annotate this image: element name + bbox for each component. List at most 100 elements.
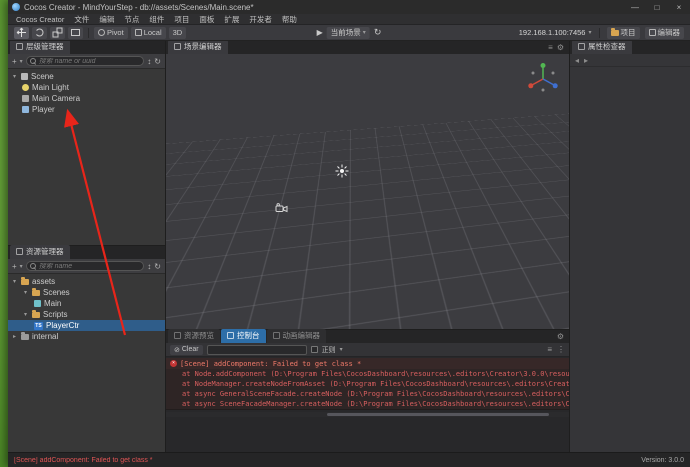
status-error-message[interactable]: [Scene] addComponent: Failed to get clas…	[14, 457, 153, 464]
menu-edit[interactable]: 编辑	[94, 14, 119, 25]
assets-icon	[16, 248, 23, 255]
hierarchy-toolbar: + ▾ ↕ ↻	[8, 54, 165, 69]
asset-preview-icon	[174, 332, 181, 339]
rect-tool-button[interactable]	[68, 26, 83, 39]
menu-help[interactable]: 帮助	[277, 14, 302, 25]
log-stack-line: at NodeManager.createNodeFromAsset (D:\P…	[182, 380, 569, 388]
twisty-open-icon[interactable]: ▾	[22, 311, 29, 318]
axis-gizmo[interactable]	[525, 60, 561, 96]
menu-file[interactable]: 文件	[69, 14, 94, 25]
chevron-down-icon: ▾	[588, 30, 592, 36]
menu-component[interactable]: 组件	[144, 14, 169, 25]
tab-scene-editor[interactable]: 场景编辑器	[168, 40, 228, 54]
preview-target-select[interactable]: 当前场景 ▾	[326, 26, 370, 39]
menu-developer[interactable]: 开发者	[244, 14, 277, 25]
folder-icon	[32, 287, 40, 296]
chevron-down-icon[interactable]: ▾	[20, 58, 23, 65]
asset-folder-assets[interactable]: ▾ assets	[8, 276, 165, 287]
tab-console[interactable]: 控制台	[221, 329, 266, 343]
maximize-button[interactable]: □	[646, 0, 668, 14]
local-toggle-button[interactable]: Local	[130, 26, 166, 39]
menu-node[interactable]: 节点	[119, 14, 144, 25]
console-tabbar: 资源预览 控制台 动画编辑器 ⚙	[166, 329, 569, 343]
error-log-entry[interactable]: × [Scene] addComponent: Failed to get cl…	[166, 358, 569, 410]
refresh-icon[interactable]: ↻	[154, 57, 161, 66]
hierarchy-node-main-light[interactable]: Main Light	[8, 82, 165, 93]
hierarchy-search[interactable]	[25, 56, 145, 66]
hierarchy-title: 层级管理器	[26, 42, 64, 51]
nav-back-icon[interactable]: ◂	[575, 56, 579, 65]
preview-target-label: 当前场景	[330, 28, 361, 37]
main-toolbar: Pivot Local 3D ▶ 当前场景 ▾ ↻ 192.168.1.100:…	[8, 25, 690, 41]
chevron-down-icon[interactable]: ▾	[20, 263, 23, 270]
console-horizontal-scrollbar[interactable]	[166, 412, 569, 417]
hierarchy-icon	[16, 43, 23, 50]
close-button[interactable]: ×	[668, 0, 690, 14]
gear-icon[interactable]: ⚙	[557, 43, 564, 52]
camera-gizmo[interactable]	[275, 202, 288, 213]
clear-console-button[interactable]: ⊘ Clear	[170, 344, 203, 355]
refresh-icon[interactable]: ↻	[154, 262, 161, 271]
hierarchy-node-scene[interactable]: ▾ Scene	[8, 71, 165, 82]
twisty-open-icon[interactable]: ▾	[11, 278, 18, 285]
more-options-icon[interactable]: ⋮	[557, 345, 565, 354]
refresh-icon[interactable]: ↻	[374, 27, 382, 38]
move-tool-button[interactable]	[14, 26, 29, 39]
title-bar[interactable]: Cocos Creator - MindYourStep - db://asse…	[8, 0, 690, 14]
hierarchy-search-input[interactable]	[38, 57, 141, 65]
menu-app[interactable]: Cocos Creator	[11, 15, 69, 24]
tab-assets[interactable]: 资源管理器	[10, 245, 70, 259]
twisty-open-icon[interactable]: ▾	[22, 289, 29, 296]
open-editor-button[interactable]: 编辑器	[644, 26, 684, 39]
mode-3d-button[interactable]: 3D	[168, 26, 187, 39]
asset-scene-main[interactable]: Main	[8, 298, 165, 309]
log-level-dropdown-icon[interactable]: ▾	[340, 346, 343, 353]
twisty-open-icon[interactable]: ▾	[11, 73, 18, 80]
play-icon[interactable]: ▶	[317, 28, 323, 37]
regex-label: 正则	[321, 346, 336, 354]
add-node-button[interactable]: +	[12, 57, 17, 66]
asset-folder-internal[interactable]: ▸ internal	[8, 331, 165, 342]
preview-url-dropdown[interactable]: 192.168.1.100:7456 ▾	[519, 28, 592, 37]
scale-tool-button[interactable]	[50, 26, 65, 39]
twisty-closed-icon[interactable]: ▸	[11, 333, 18, 340]
console-filter-input[interactable]	[206, 344, 307, 355]
hierarchy-node-main-camera[interactable]: Main Camera	[8, 93, 165, 104]
menu-extension[interactable]: 扩展	[219, 14, 244, 25]
assets-search[interactable]	[25, 261, 145, 271]
tab-animation-editor[interactable]: 动画编辑器	[266, 329, 326, 343]
scene-viewport[interactable]	[166, 54, 569, 329]
log-menu-icon[interactable]: ≡	[547, 345, 552, 354]
tab-inspector[interactable]: 属性检查器	[572, 40, 632, 54]
sort-icon[interactable]: ↕	[147, 57, 151, 66]
camera-icon	[22, 95, 29, 102]
scene-node-icon	[21, 73, 28, 80]
tab-asset-preview[interactable]: 资源预览	[168, 329, 220, 343]
console-log-list[interactable]: × [Scene] addComponent: Failed to get cl…	[166, 357, 569, 452]
scrollbar-thumb[interactable]	[327, 413, 549, 416]
assets-toolbar: + ▾ ↕ ↻	[8, 259, 165, 274]
add-asset-button[interactable]: +	[12, 262, 17, 271]
tab-hierarchy[interactable]: 层级管理器	[10, 40, 70, 54]
sort-icon[interactable]: ↕	[147, 262, 151, 271]
pivot-toggle-button[interactable]: Pivot	[94, 26, 128, 39]
toolbar-separator	[598, 27, 600, 38]
pivot-label: Pivot	[107, 28, 124, 37]
menu-panel[interactable]: 面板	[194, 14, 219, 25]
asset-folder-scenes[interactable]: ▾ Scenes	[8, 287, 165, 298]
minimize-button[interactable]: —	[624, 0, 646, 14]
regex-checkbox[interactable]	[310, 346, 318, 353]
scene-grid	[166, 104, 569, 329]
open-project-button[interactable]: 项目	[606, 26, 640, 39]
sun-light-gizmo[interactable]	[335, 164, 349, 178]
menu-project[interactable]: 项目	[169, 14, 194, 25]
gear-icon[interactable]: ⚙	[557, 332, 564, 341]
layout-icon[interactable]: ≡	[548, 43, 553, 52]
rotate-tool-button[interactable]	[32, 26, 47, 39]
asset-folder-scripts[interactable]: ▾ Scripts	[8, 309, 165, 320]
player-node-icon	[22, 106, 29, 113]
hierarchy-node-player[interactable]: Player	[8, 104, 165, 115]
asset-script-playerctr[interactable]: TS PlayerCtr	[8, 320, 165, 331]
assets-search-input[interactable]	[38, 262, 141, 270]
nav-forward-icon[interactable]: ▸	[584, 56, 588, 65]
